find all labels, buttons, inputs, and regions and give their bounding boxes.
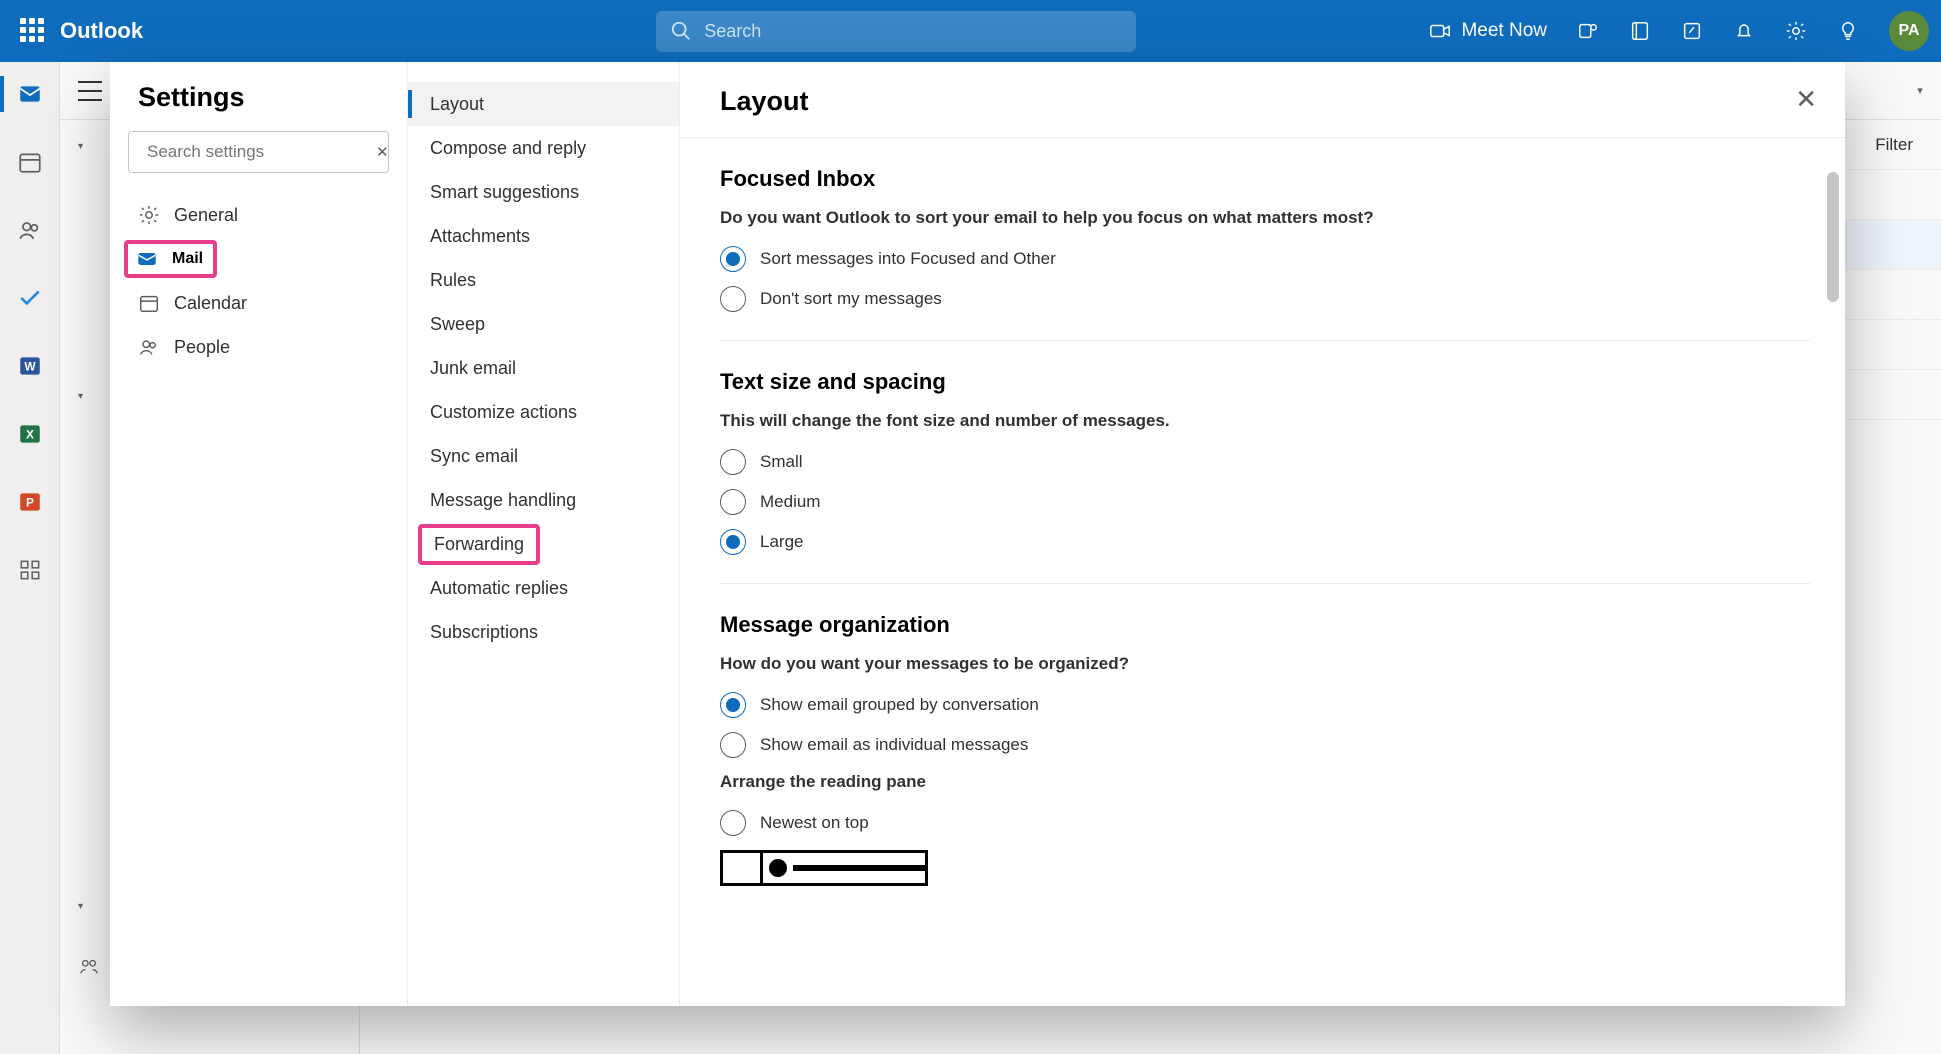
radio-icon (720, 449, 746, 475)
settings-dialog: Settings ✕ General Mail Calendar People … (110, 62, 1845, 1006)
sub-compose[interactable]: Compose and reply (408, 126, 679, 170)
global-search[interactable] (656, 11, 1136, 52)
command-overflow-chevron[interactable]: ▾ (1909, 70, 1931, 110)
product-name: Outlook (60, 18, 143, 44)
close-button[interactable]: ✕ (1795, 84, 1817, 115)
settings-search-input[interactable] (147, 142, 368, 162)
category-mail[interactable]: Mail (124, 240, 217, 278)
radio-icon (720, 692, 746, 718)
radio-medium[interactable]: Medium (720, 489, 1805, 515)
teams-icon[interactable] (1577, 20, 1599, 42)
radio-icon (720, 286, 746, 312)
check-icon (17, 285, 43, 311)
rail-todo[interactable] (0, 274, 60, 322)
search-icon (670, 20, 692, 42)
word-icon: W (17, 353, 43, 379)
sub-layout[interactable]: Layout (408, 82, 679, 126)
radio-icon (720, 732, 746, 758)
settings-subcategories: Layout Compose and reply Smart suggestio… (408, 62, 680, 1006)
rail-people[interactable] (0, 206, 60, 254)
search-input[interactable] (704, 21, 1122, 42)
powerpoint-icon: P (17, 489, 43, 515)
svg-text:X: X (26, 427, 34, 441)
people-icon (138, 336, 160, 358)
content-title: Layout (720, 86, 1805, 117)
calendar-icon (138, 292, 160, 314)
radio-dont-sort[interactable]: Don't sort my messages (720, 286, 1805, 312)
sub-sweep[interactable]: Sweep (408, 302, 679, 346)
sub-smart[interactable]: Smart suggestions (408, 170, 679, 214)
settings-search[interactable]: ✕ (128, 131, 389, 173)
svg-text:W: W (24, 359, 36, 373)
calendar-icon (17, 149, 43, 175)
immersive-reader-icon[interactable] (1681, 20, 1703, 42)
rail-word[interactable]: W (0, 342, 60, 390)
category-calendar[interactable]: Calendar (110, 281, 407, 325)
radio-grouped[interactable]: Show email grouped by conversation (720, 692, 1805, 718)
sub-subscriptions[interactable]: Subscriptions (408, 610, 679, 654)
gear-icon[interactable] (1785, 20, 1807, 42)
sub-handling[interactable]: Message handling (408, 478, 679, 522)
settings-title: Settings (110, 82, 407, 131)
radio-newest-top[interactable]: Newest on top (720, 810, 1805, 836)
rail-more-apps[interactable] (0, 546, 60, 594)
radio-icon (720, 489, 746, 515)
radio-large[interactable]: Large (720, 529, 1805, 555)
rail-calendar[interactable] (0, 138, 60, 186)
section-question: How do you want your messages to be orga… (720, 654, 1805, 674)
meet-now-button[interactable]: Meet Now (1429, 20, 1547, 42)
section-heading: Focused Inbox (720, 166, 1805, 192)
sub-junk[interactable]: Junk email (408, 346, 679, 390)
section-subheading: Arrange the reading pane (720, 772, 1805, 792)
radio-small[interactable]: Small (720, 449, 1805, 475)
sub-forwarding[interactable]: Forwarding (408, 522, 679, 566)
rail-powerpoint[interactable]: P (0, 478, 60, 526)
sub-customize[interactable]: Customize actions (408, 390, 679, 434)
mail-icon (17, 81, 43, 107)
bell-icon[interactable] (1733, 20, 1755, 42)
section-question: This will change the font size and numbe… (720, 411, 1805, 431)
svg-text:P: P (26, 495, 34, 509)
category-general[interactable]: General (110, 193, 407, 237)
rail-excel[interactable]: X (0, 410, 60, 458)
group-icon (78, 955, 100, 977)
radio-icon (720, 529, 746, 555)
clear-search-icon[interactable]: ✕ (376, 143, 389, 161)
hamburger-icon[interactable] (78, 81, 102, 101)
rail-mail[interactable] (0, 70, 60, 118)
app-rail: W X P (0, 62, 60, 1054)
people-icon (17, 217, 43, 243)
settings-categories: Settings ✕ General Mail Calendar People (110, 62, 408, 1006)
settings-content: ✕ Layout Focused Inbox Do you want Outlo… (680, 62, 1845, 1006)
filter-button[interactable]: Filter (1875, 135, 1913, 155)
sub-sync[interactable]: Sync email (408, 434, 679, 478)
layout-preview (720, 850, 928, 886)
content-scrollbar[interactable] (1827, 172, 1839, 1002)
lightbulb-icon[interactable] (1837, 20, 1859, 42)
apps-grid-icon (17, 557, 43, 583)
excel-icon: X (17, 421, 43, 447)
titlebar: Outlook Meet Now PA (0, 0, 1941, 62)
radio-focused-sort[interactable]: Sort messages into Focused and Other (720, 246, 1805, 272)
radio-icon (720, 810, 746, 836)
sub-attachments[interactable]: Attachments (408, 214, 679, 258)
category-people[interactable]: People (110, 325, 407, 369)
section-heading: Text size and spacing (720, 369, 1805, 395)
video-icon (1429, 20, 1451, 42)
gear-icon (138, 204, 160, 226)
sub-autoreply[interactable]: Automatic replies (408, 566, 679, 610)
radio-icon (720, 246, 746, 272)
mail-icon (136, 248, 158, 270)
account-avatar[interactable]: PA (1889, 11, 1929, 51)
sub-rules[interactable]: Rules (408, 258, 679, 302)
notes-icon[interactable] (1629, 20, 1651, 42)
section-question: Do you want Outlook to sort your email t… (720, 208, 1805, 228)
section-heading: Message organization (720, 612, 1805, 638)
app-launcher-icon[interactable] (20, 18, 46, 44)
radio-individual[interactable]: Show email as individual messages (720, 732, 1805, 758)
